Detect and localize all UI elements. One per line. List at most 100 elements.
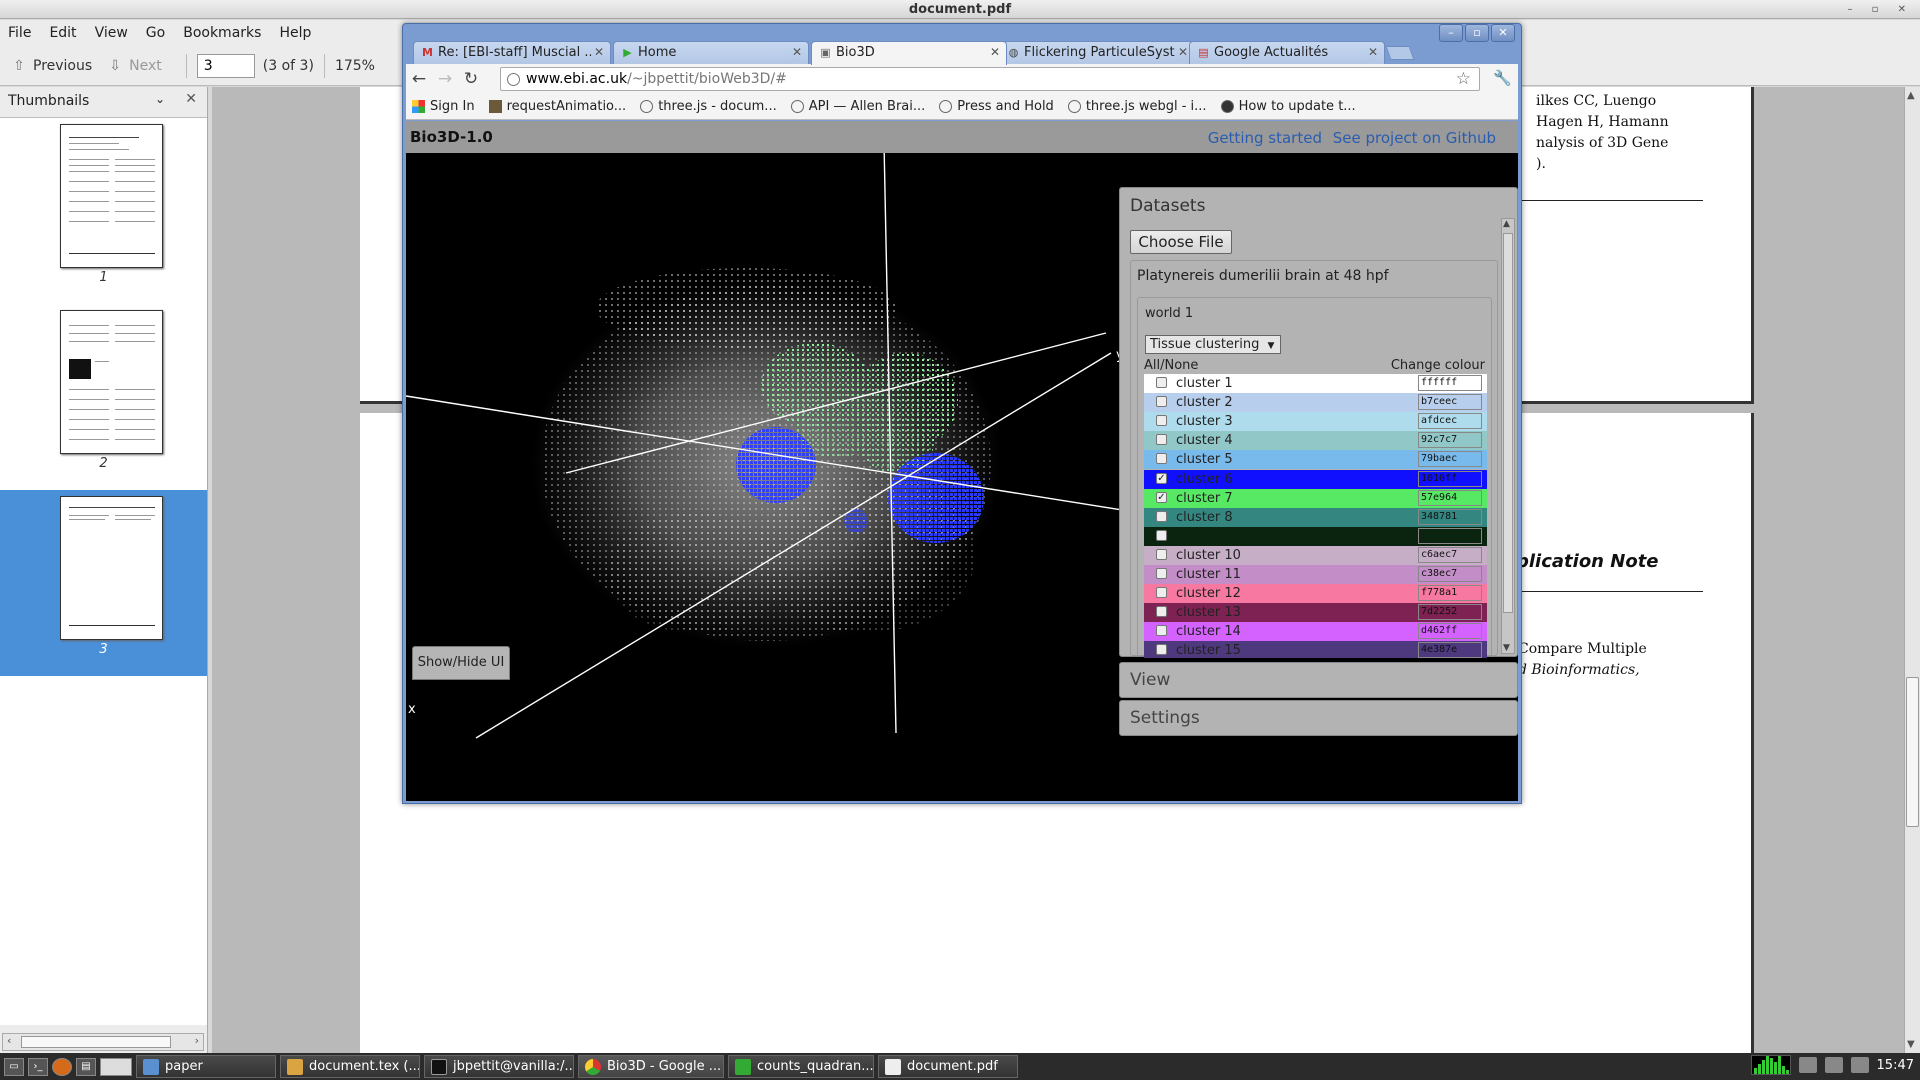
cluster-colour-input[interactable]: 4e387e	[1418, 642, 1482, 658]
terminal-launcher-icon[interactable]: ›_	[28, 1057, 48, 1076]
getting-started-link[interactable]: Getting started	[1208, 129, 1322, 147]
cluster-colour-input[interactable]: b7ceec	[1418, 394, 1482, 410]
panel-scrollbar[interactable]: ▲ ▼	[1501, 218, 1515, 654]
taskbar-item-document-tex[interactable]: document.tex (...	[280, 1055, 420, 1078]
close-tab-icon[interactable]: ✕	[590, 42, 604, 63]
github-link[interactable]: See project on Github	[1333, 129, 1496, 147]
cluster-colour-input[interactable]: c38ec7	[1418, 566, 1482, 582]
cluster-colour-input[interactable]: 79baec	[1418, 451, 1482, 467]
scroll-down-icon[interactable]: ▼	[1503, 643, 1510, 653]
address-bar[interactable]: www.ebi.ac.uk/~jbpettit/bioWeb3D/# ☆	[500, 67, 1480, 91]
cluster-checkbox[interactable]: ✓	[1156, 492, 1167, 503]
tab-google-news[interactable]: ▤ Google Actualités ✕	[1189, 41, 1385, 64]
cluster-checkbox[interactable]	[1156, 530, 1167, 541]
cluster-checkbox[interactable]	[1156, 511, 1167, 522]
minimize-icon[interactable]: –	[1439, 24, 1463, 42]
cluster-checkbox[interactable]: ✓	[1156, 473, 1167, 484]
bookmark-threejs-docs[interactable]: three.js - docum...	[640, 99, 777, 114]
scroll-up-icon[interactable]: ▲	[1907, 90, 1915, 101]
thumbnail-page-2[interactable]: 2	[0, 304, 207, 490]
wrench-icon[interactable]: 🔧	[1493, 69, 1512, 87]
cluster-checkbox[interactable]	[1156, 434, 1167, 445]
new-tab-button[interactable]	[1385, 46, 1415, 60]
bookmark-how-to-update[interactable]: How to update t...	[1220, 99, 1356, 114]
next-button[interactable]: ⇩ Next	[106, 58, 162, 74]
previous-button[interactable]: ⇧ Previous	[10, 58, 92, 74]
close-icon[interactable]: ✕	[1491, 24, 1515, 42]
scroll-down-icon[interactable]: ▼	[1907, 1039, 1915, 1050]
taskbar-item-spreadsheet[interactable]: counts_quadran...	[728, 1055, 874, 1078]
cluster-checkbox[interactable]	[1156, 644, 1167, 655]
cluster-colour-input[interactable]: f778a1	[1418, 585, 1482, 601]
cluster-colour-input[interactable]: ffffff	[1418, 375, 1482, 391]
cluster-colour-input[interactable]: c6aec7	[1418, 547, 1482, 563]
scroll-left-icon[interactable]: ‹	[7, 1034, 11, 1047]
sidebar-title[interactable]: Thumbnails	[8, 93, 89, 109]
cluster-checkbox[interactable]	[1156, 377, 1167, 388]
cluster-checkbox[interactable]	[1156, 396, 1167, 407]
close-tab-icon[interactable]: ✕	[1174, 42, 1188, 63]
cluster-colour-input[interactable]: d462ff	[1418, 623, 1482, 639]
cluster-checkbox[interactable]	[1156, 453, 1167, 464]
cluster-checkbox[interactable]	[1156, 587, 1167, 598]
document-vertical-scrollbar[interactable]: ▲ ▼	[1904, 87, 1920, 1053]
page-number-input[interactable]	[196, 53, 255, 78]
cluster-checkbox[interactable]	[1156, 606, 1167, 617]
thumbnail-page-1[interactable]: 1	[0, 118, 207, 304]
cluster-colour-input[interactable]: 7d2252	[1418, 604, 1482, 620]
show-desktop-icon[interactable]: ▭	[4, 1057, 24, 1076]
chevron-down-icon[interactable]: ⌄	[155, 92, 165, 106]
taskbar-item-document-pdf[interactable]: document.pdf	[878, 1055, 1018, 1078]
cluster-colour-input[interactable]: 1010ff	[1418, 471, 1482, 487]
settings-title[interactable]: Settings	[1120, 701, 1517, 735]
network-icon[interactable]	[1798, 1057, 1817, 1073]
cluster-colour-input[interactable]: 57e964	[1418, 490, 1482, 506]
tab-bio3d[interactable]: ▣ Bio3D ✕	[811, 41, 1007, 65]
scroll-up-icon[interactable]: ▲	[1503, 219, 1510, 229]
view-pane[interactable]: View	[1119, 662, 1518, 698]
settings-icon[interactable]	[1850, 1057, 1869, 1073]
menu-edit[interactable]: Edit	[49, 25, 76, 41]
zoom-level[interactable]: 175%	[335, 58, 375, 74]
cluster-checkbox[interactable]	[1156, 549, 1167, 560]
maximize-icon[interactable]: ▫	[1465, 24, 1489, 42]
bookmark-sign-in[interactable]: Sign In	[412, 99, 475, 114]
reload-icon[interactable]: ↻	[458, 69, 484, 89]
cluster-colour-input[interactable]: afdcec	[1418, 413, 1482, 429]
bookmark-press-and-hold[interactable]: Press and Hold	[939, 99, 1054, 114]
menu-bookmarks[interactable]: Bookmarks	[183, 25, 261, 41]
taskbar-item-paper[interactable]: paper	[136, 1055, 276, 1078]
settings-pane[interactable]: Settings	[1119, 700, 1518, 736]
back-arrow-icon[interactable]: ←	[406, 69, 432, 89]
scrollbar-thumb[interactable]	[1906, 677, 1919, 827]
thumbnail-page-3[interactable]: 3	[0, 490, 207, 676]
bookmark-star-icon[interactable]: ☆	[1456, 69, 1471, 89]
cluster-checkbox[interactable]	[1156, 625, 1167, 636]
windows-launcher-icon[interactable]: ▤	[76, 1057, 96, 1076]
clustering-select[interactable]: Tissue clustering ▼	[1145, 335, 1281, 354]
scrollbar-thumb[interactable]	[1503, 233, 1513, 613]
taskbar-item-chrome[interactable]: Bio3D - Google ...	[578, 1055, 724, 1078]
menu-help[interactable]: Help	[279, 25, 311, 41]
menu-go[interactable]: Go	[146, 25, 165, 41]
bookmark-request-animation[interactable]: requestAnimatio...	[488, 99, 626, 114]
close-icon[interactable]: ✕	[185, 91, 197, 107]
display-icon[interactable]	[1824, 1057, 1843, 1073]
forward-arrow-icon[interactable]: →	[432, 69, 458, 89]
cluster-colour-input[interactable]	[1418, 528, 1482, 544]
firefox-launcher-icon[interactable]	[52, 1057, 72, 1076]
cluster-colour-input[interactable]: 92c7c7	[1418, 432, 1482, 448]
show-hide-ui-button[interactable]: Show/Hide UI	[412, 646, 510, 680]
close-tab-icon[interactable]: ✕	[788, 42, 802, 63]
cluster-checkbox[interactable]	[1156, 568, 1167, 579]
choose-file-button[interactable]: Choose File	[1130, 230, 1232, 254]
tab-gmail[interactable]: M Re: [EBI-staff] Muscial ... ✕	[413, 41, 611, 64]
cluster-colour-input[interactable]: 348781	[1418, 509, 1482, 525]
tab-flickering[interactable]: ◍ Flickering ParticuleSyst ✕	[999, 41, 1195, 64]
sidebar-horizontal-scrollbar[interactable]: ‹ ›	[2, 1033, 204, 1051]
scroll-right-icon[interactable]: ›	[195, 1034, 199, 1047]
menu-view[interactable]: View	[95, 25, 128, 41]
clock[interactable]: 15:47	[1877, 1058, 1914, 1073]
cluster-checkbox[interactable]	[1156, 415, 1167, 426]
workspace-switcher-icon[interactable]	[100, 1057, 132, 1076]
